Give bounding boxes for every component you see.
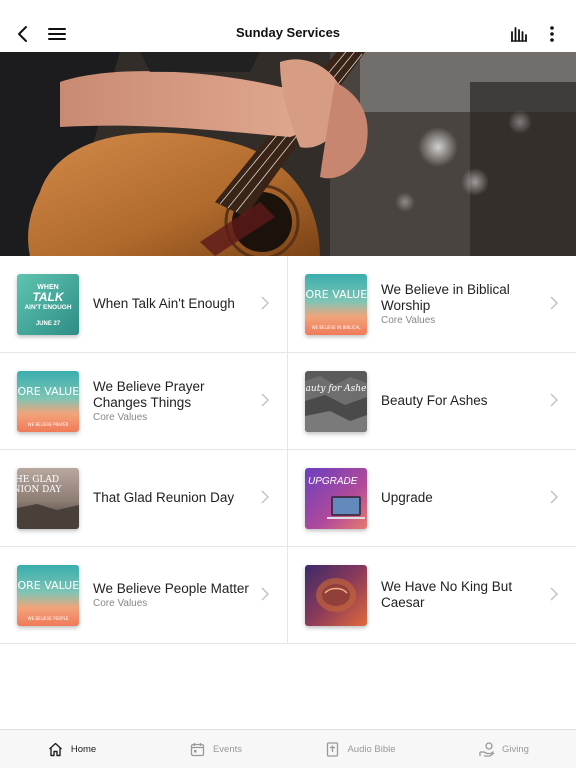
list-item[interactable]: WHEN TALK AIN'T ENOUGH JUNE 27 When Talk… [0,256,288,353]
page-title: Sunday Services [235,25,341,40]
item-subtitle: Core Values [93,598,148,609]
menu-button[interactable] [44,21,70,47]
thumb-text: JUNE 27 [36,321,61,327]
chevron-left-icon [18,26,27,42]
list-item[interactable]: CORE VALUES WE BELIEVE IN BIBLICAL We Be… [288,256,576,353]
thumb-text: HE GLAD [17,475,59,485]
list-item[interactable]: CORE VALUES WE BELIEVE PEOPLE We Believe… [0,547,288,644]
tab-label: Giving [502,743,529,755]
thumb-text: UPGRADE [308,476,358,487]
sermon-thumbnail: auty for Ashe [305,371,367,432]
chevron-right-icon [261,490,270,504]
tab-giving[interactable]: Giving [432,730,576,768]
tab-label: Home [70,743,97,755]
thumb-text: AIN'T ENOUGH [24,304,71,311]
list-item[interactable]: CORE VALUES WE BELIEVE PRAYER We Believe… [0,353,288,450]
navigation-bar: Sunday Services [0,14,576,52]
item-title: We Believe in Biblical Worship [381,282,510,313]
giving-icon [479,741,495,757]
list-item[interactable]: auty for Ashe Beauty For Ashes [288,353,576,450]
hero-image [0,52,576,256]
item-title: When Talk Ain't Enough [93,296,235,311]
thumb-text: NION DAY [17,485,62,495]
chevron-right-icon [550,587,559,601]
tab-audio-bible[interactable]: Audio Bible [288,730,432,768]
sermon-thumbnail: HE GLAD NION DAY [17,468,79,529]
audio-levels-button[interactable] [506,21,532,47]
sermon-thumbnail: CORE VALUES WE BELIEVE IN BIBLICAL [305,274,367,335]
item-subtitle: Core Values [381,315,436,326]
sermon-thumbnail: CORE VALUES WE BELIEVE PEOPLE [17,565,79,626]
tab-bar: Home Events Audio Bible Giving [0,729,576,768]
thumb-text: auty for Ashe [306,384,367,394]
item-title: Upgrade [381,490,433,505]
tab-home[interactable]: Home [0,730,144,768]
item-title: Beauty For Ashes [381,393,488,408]
tab-label: Audio Bible [347,743,396,755]
chevron-right-icon [261,296,270,310]
tab-events[interactable]: Events [144,730,288,768]
list-item[interactable]: We Have No King But Caesar [288,547,576,644]
guitar-photo [0,52,576,256]
list-item[interactable]: UPGRADE Upgrade [288,450,576,547]
thumb-text: CORE VALUES [305,288,367,301]
item-title: We Believe Prayer Changes Things [93,379,205,410]
thumb-text: WE BELIEVE PEOPLE [28,616,69,621]
thumb-text: CORE VALUES [17,385,79,398]
back-button[interactable] [10,21,36,47]
chevron-right-icon [261,393,270,407]
item-title: That Glad Reunion Day [93,490,235,505]
item-title: We Believe People Matter [93,581,249,596]
audio-bars-icon [511,27,527,42]
thumb-text: CORE VALUES [17,579,79,592]
tab-label: Events [212,743,243,755]
home-icon [48,741,64,757]
calendar-icon [190,741,206,757]
chevron-right-icon [550,296,559,310]
bible-icon [324,741,340,757]
chevron-right-icon [550,490,559,504]
sermon-thumbnail: CORE VALUES WE BELIEVE PRAYER [17,371,79,432]
chevron-right-icon [550,393,559,407]
item-subtitle: Core Values [93,412,148,423]
item-title: We Have No King But Caesar [381,579,513,610]
sermon-thumbnail [305,565,367,626]
more-options-button[interactable] [539,21,565,47]
list-item[interactable]: HE GLAD NION DAY That Glad Reunion Day [0,450,288,547]
more-vertical-icon [550,26,554,42]
thumb-text: TALK [32,290,64,304]
hamburger-icon [48,28,66,40]
thumb-text: WE BELIEVE IN BIBLICAL [312,325,362,330]
status-bar [0,0,576,14]
sermon-thumbnail: UPGRADE [305,468,367,529]
thumb-text: WE BELIEVE PRAYER [28,422,69,427]
chevron-right-icon [261,587,270,601]
sermon-thumbnail: WHEN TALK AIN'T ENOUGH JUNE 27 [17,274,79,335]
